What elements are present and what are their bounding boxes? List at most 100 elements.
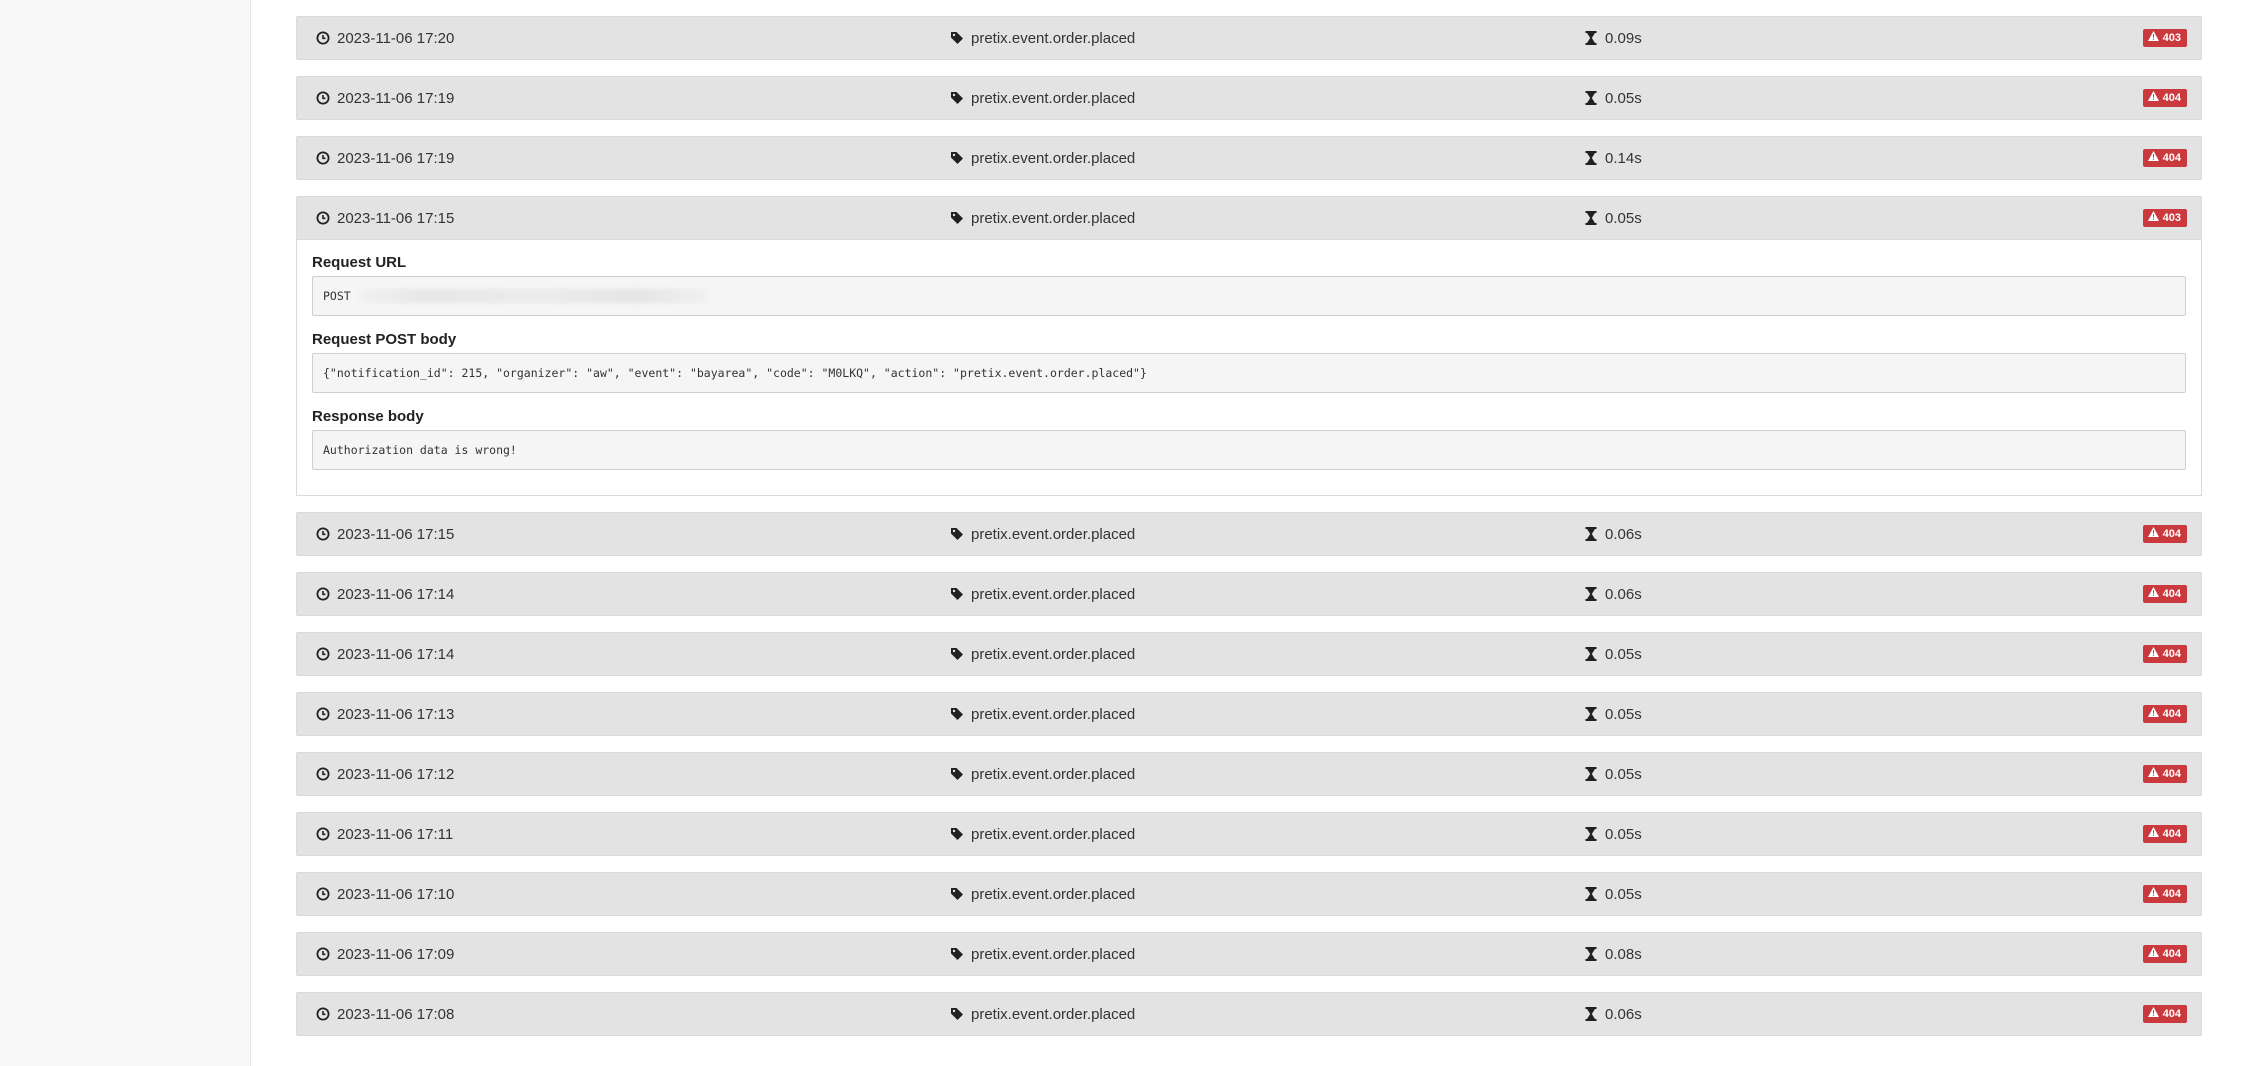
status-badge: 404 <box>2142 693 2187 735</box>
log-row-expanded[interactable]: 2023-11-06 17:15 pretix.event.order.plac… <box>296 196 2202 240</box>
clock-icon <box>315 30 331 46</box>
warning-icon <box>2147 527 2163 541</box>
clock-icon <box>315 826 331 842</box>
log-duration: 0.05s <box>1583 77 1642 119</box>
log-time: 2023-11-06 17:14 <box>315 573 454 615</box>
hourglass-icon <box>1583 646 1599 662</box>
log-row[interactable]: 2023-11-06 17:20 pretix.event.order.plac… <box>296 16 2202 60</box>
tag-icon <box>949 90 965 106</box>
tag-icon <box>949 826 965 842</box>
log-time: 2023-11-06 17:14 <box>315 633 454 675</box>
tag-icon <box>949 886 965 902</box>
log-row[interactable]: 2023-11-06 17:09 pretix.event.order.plac… <box>296 932 2202 976</box>
tag-icon <box>949 526 965 542</box>
log-duration: 0.05s <box>1583 633 1642 675</box>
log-row[interactable]: 2023-11-06 17:19 pretix.event.order.plac… <box>296 136 2202 180</box>
hourglass-icon <box>1583 946 1599 962</box>
hourglass-icon <box>1583 526 1599 542</box>
hourglass-icon <box>1583 586 1599 602</box>
log-row[interactable]: 2023-11-06 17:14 pretix.event.order.plac… <box>296 572 2202 616</box>
log-row[interactable]: 2023-11-06 17:19 pretix.event.order.plac… <box>296 76 2202 120</box>
request-method: POST <box>323 289 351 303</box>
log-row[interactable]: 2023-11-06 17:15 pretix.event.order.plac… <box>296 512 2202 556</box>
tag-icon <box>949 766 965 782</box>
log-row[interactable]: 2023-11-06 17:14 pretix.event.order.plac… <box>296 632 2202 676</box>
clock-icon <box>315 886 331 902</box>
hourglass-icon <box>1583 30 1599 46</box>
hourglass-icon <box>1583 766 1599 782</box>
log-action: pretix.event.order.placed <box>949 137 1135 179</box>
clock-icon <box>315 766 331 782</box>
log-duration: 0.05s <box>1583 813 1642 855</box>
log-duration: 0.09s <box>1583 17 1642 59</box>
request-url-label: Request URL <box>312 254 407 271</box>
log-row[interactable]: 2023-11-06 17:08 pretix.event.order.plac… <box>296 992 2202 1036</box>
warning-icon <box>2147 1007 2163 1021</box>
status-badge: 404 <box>2142 137 2187 179</box>
log-duration: 0.06s <box>1583 573 1642 615</box>
tag-icon <box>949 706 965 722</box>
request-body-box: {"notification_id": 215, "organizer": "a… <box>312 353 2186 393</box>
warning-icon <box>2147 827 2163 841</box>
log-duration: 0.05s <box>1583 873 1642 915</box>
log-action: pretix.event.order.placed <box>949 17 1135 59</box>
hourglass-icon <box>1583 826 1599 842</box>
log-time: 2023-11-06 17:11 <box>315 813 453 855</box>
log-duration: 0.06s <box>1583 513 1642 555</box>
log-time: 2023-11-06 17:10 <box>315 873 454 915</box>
log-action: pretix.event.order.placed <box>949 753 1135 795</box>
request-body-label: Request POST body <box>312 331 457 348</box>
log-time: 2023-11-06 17:19 <box>315 77 454 119</box>
tag-icon <box>949 1006 965 1022</box>
warning-icon <box>2147 647 2163 661</box>
log-row[interactable]: 2023-11-06 17:11 pretix.event.order.plac… <box>296 812 2202 856</box>
hourglass-icon <box>1583 150 1599 166</box>
status-badge: 403 <box>2142 17 2187 59</box>
log-time: 2023-11-06 17:08 <box>315 993 454 1035</box>
log-duration: 0.05s <box>1583 753 1642 795</box>
clock-icon <box>315 706 331 722</box>
log-duration: 0.14s <box>1583 137 1642 179</box>
hourglass-icon <box>1583 210 1599 226</box>
log-action: pretix.event.order.placed <box>949 633 1135 675</box>
redacted-url <box>358 289 709 303</box>
log-detail-panel: Request URL POST Request POST body {"not… <box>296 240 2202 496</box>
warning-icon <box>2147 91 2163 105</box>
status-badge: 404 <box>2142 993 2187 1035</box>
response-body-label: Response body <box>312 408 424 425</box>
tag-icon <box>949 586 965 602</box>
status-badge: 403 <box>2142 197 2187 239</box>
log-duration: 0.08s <box>1583 933 1642 975</box>
request-body: {"notification_id": 215, "organizer": "a… <box>323 366 1147 380</box>
webhook-log-list: 2023-11-06 17:20 pretix.event.order.plac… <box>296 0 2202 1036</box>
clock-icon <box>315 210 331 226</box>
log-time: 2023-11-06 17:12 <box>315 753 454 795</box>
warning-icon <box>2147 587 2163 601</box>
log-action: pretix.event.order.placed <box>949 573 1135 615</box>
warning-icon <box>2147 767 2163 781</box>
status-badge: 404 <box>2142 933 2187 975</box>
status-badge: 404 <box>2142 633 2187 675</box>
log-row[interactable]: 2023-11-06 17:10 pretix.event.order.plac… <box>296 872 2202 916</box>
log-time: 2023-11-06 17:20 <box>315 17 454 59</box>
status-badge: 404 <box>2142 513 2187 555</box>
log-action: pretix.event.order.placed <box>949 933 1135 975</box>
request-url-box: POST <box>312 276 2186 316</box>
clock-icon <box>315 946 331 962</box>
warning-icon <box>2147 151 2163 165</box>
status-badge: 404 <box>2142 873 2187 915</box>
status-badge: 404 <box>2142 573 2187 615</box>
log-action: pretix.event.order.placed <box>949 693 1135 735</box>
log-time: 2023-11-06 17:09 <box>315 933 454 975</box>
log-action: pretix.event.order.placed <box>949 513 1135 555</box>
log-duration: 0.06s <box>1583 993 1642 1035</box>
log-row[interactable]: 2023-11-06 17:12 pretix.event.order.plac… <box>296 752 2202 796</box>
warning-icon <box>2147 887 2163 901</box>
warning-icon <box>2147 31 2163 45</box>
tag-icon <box>949 946 965 962</box>
clock-icon <box>315 150 331 166</box>
log-row[interactable]: 2023-11-06 17:13 pretix.event.order.plac… <box>296 692 2202 736</box>
log-action: pretix.event.order.placed <box>949 993 1135 1035</box>
warning-icon <box>2147 707 2163 721</box>
clock-icon <box>315 586 331 602</box>
